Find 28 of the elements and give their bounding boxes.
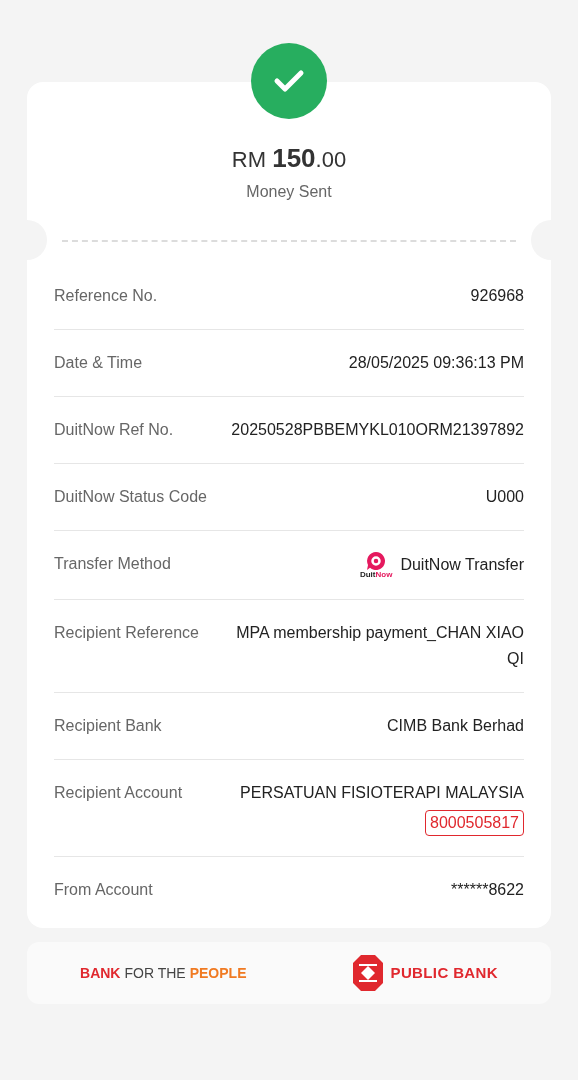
status-text: Money Sent: [246, 182, 332, 202]
row-label: From Account: [54, 880, 153, 900]
row-label: Transfer Method: [54, 554, 171, 574]
row-label: Reference No.: [54, 286, 158, 306]
row-label: DuitNow Status Code: [54, 487, 207, 507]
slogan-word: PEOPLE: [189, 963, 247, 983]
duitnow-logo: DuitNow: [359, 551, 393, 579]
row-value: 28/05/2025 09:36:13 PM: [348, 353, 524, 373]
bank-logo-icon: [352, 955, 383, 991]
slogan-word: FOR THE: [124, 963, 186, 983]
amount: RM 150.00: [231, 142, 347, 175]
row-value: 926968: [470, 286, 524, 306]
row-value: DuitNow Transfer: [400, 555, 524, 575]
row-label: Recipient Reference: [54, 623, 199, 643]
duitnow-mark-icon: [365, 551, 388, 571]
row-label: Recipient Bank: [54, 716, 162, 736]
row-value: CIMB Bank Berhad: [387, 716, 524, 736]
row-value: U000: [485, 487, 524, 507]
bank-name: PUBLIC BANK: [390, 962, 498, 983]
row-value: MPA membership payment_CHAN XIAO QI: [235, 623, 524, 669]
account-number: 8000505817: [425, 810, 524, 836]
row-label: DuitNow Ref No.: [54, 420, 174, 440]
row-value: PERSATUAN FISIOTERAPI MALAYSIA: [240, 783, 524, 803]
row-label: Recipient Account: [54, 783, 183, 803]
slogan-word: BANK: [80, 963, 121, 983]
row-value: ******8622: [451, 880, 524, 900]
row-value: 20250528PBBEMYKL010ORM21397892: [231, 420, 524, 440]
row-label: Date & Time: [54, 353, 143, 373]
